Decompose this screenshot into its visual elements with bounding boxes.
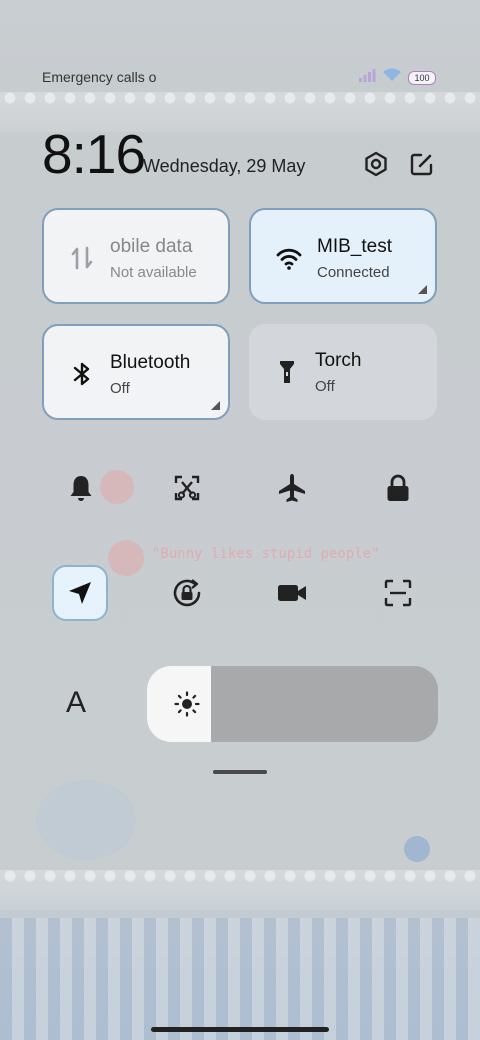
toggle-lock[interactable] xyxy=(370,460,426,516)
bluetooth-icon xyxy=(73,362,90,386)
settings-button[interactable] xyxy=(360,148,392,180)
toggle-screen-recorder[interactable] xyxy=(264,565,320,621)
screenshot-icon xyxy=(174,475,200,501)
edit-icon xyxy=(410,153,433,176)
mobile-data-icon xyxy=(71,246,93,270)
brightness-slider[interactable] xyxy=(147,666,438,742)
wallpaper-stripes xyxy=(0,918,480,1040)
wallpaper-lace-bottom xyxy=(0,870,480,910)
wallpaper-blob xyxy=(36,780,136,860)
tile-bluetooth[interactable]: Bluetooth Off xyxy=(42,324,230,420)
signal-icon xyxy=(358,68,376,87)
toggle-rotation-lock[interactable] xyxy=(159,565,215,621)
rotation-lock-icon xyxy=(173,579,201,607)
tile-subtitle: Connected xyxy=(317,264,390,281)
tile-torch[interactable]: Torch Off xyxy=(249,324,437,420)
status-bar: Emergency calls o 100 xyxy=(0,62,480,90)
expand-corner-icon[interactable] xyxy=(211,401,220,410)
tile-subtitle: Not available xyxy=(110,264,197,281)
tile-title: Torch xyxy=(315,350,362,371)
toggle-screenshot[interactable] xyxy=(159,460,215,516)
toggle-location[interactable] xyxy=(52,565,108,621)
auto-brightness-button[interactable]: A xyxy=(66,686,86,720)
screen-recorder-icon xyxy=(278,585,306,601)
tile-title: obile data xyxy=(110,236,193,257)
status-icons: 100 xyxy=(358,68,436,87)
battery-icon: 100 xyxy=(408,70,436,85)
tile-subtitle: Off xyxy=(110,380,130,397)
wifi-icon xyxy=(382,68,402,87)
toggle-airplane[interactable] xyxy=(264,460,320,516)
expand-corner-icon[interactable] xyxy=(418,285,427,294)
tile-wifi[interactable]: MIB_test Connected xyxy=(249,208,437,304)
gear-icon xyxy=(365,151,387,177)
wifi-icon xyxy=(276,248,302,270)
status-text: Emergency calls o xyxy=(42,69,157,85)
tile-mobile-data[interactable]: obile data Not available xyxy=(42,208,230,304)
edit-button[interactable] xyxy=(406,148,438,180)
toggle-silent[interactable] xyxy=(53,460,109,516)
tile-title: Bluetooth xyxy=(110,352,191,373)
clock: 8:16 xyxy=(42,123,146,185)
torch-icon xyxy=(280,361,294,383)
date: Wednesday, 29 May xyxy=(143,156,306,176)
lock-icon xyxy=(387,474,409,501)
bell-icon xyxy=(70,476,92,501)
tile-title: MIB_test xyxy=(317,236,392,257)
airplane-icon xyxy=(279,474,305,502)
panel-drag-handle[interactable] xyxy=(213,770,267,774)
tile-subtitle: Off xyxy=(315,378,335,395)
wallpaper-heart xyxy=(108,540,144,576)
toggle-scanner[interactable] xyxy=(370,565,426,621)
wallpaper-text: "Bunny likes stupid people" xyxy=(152,546,380,562)
wallpaper-dot xyxy=(404,836,430,862)
location-icon xyxy=(69,582,91,604)
sun-icon xyxy=(174,691,200,717)
scanner-icon xyxy=(384,579,412,607)
gesture-nav-bar[interactable] xyxy=(151,1027,329,1032)
